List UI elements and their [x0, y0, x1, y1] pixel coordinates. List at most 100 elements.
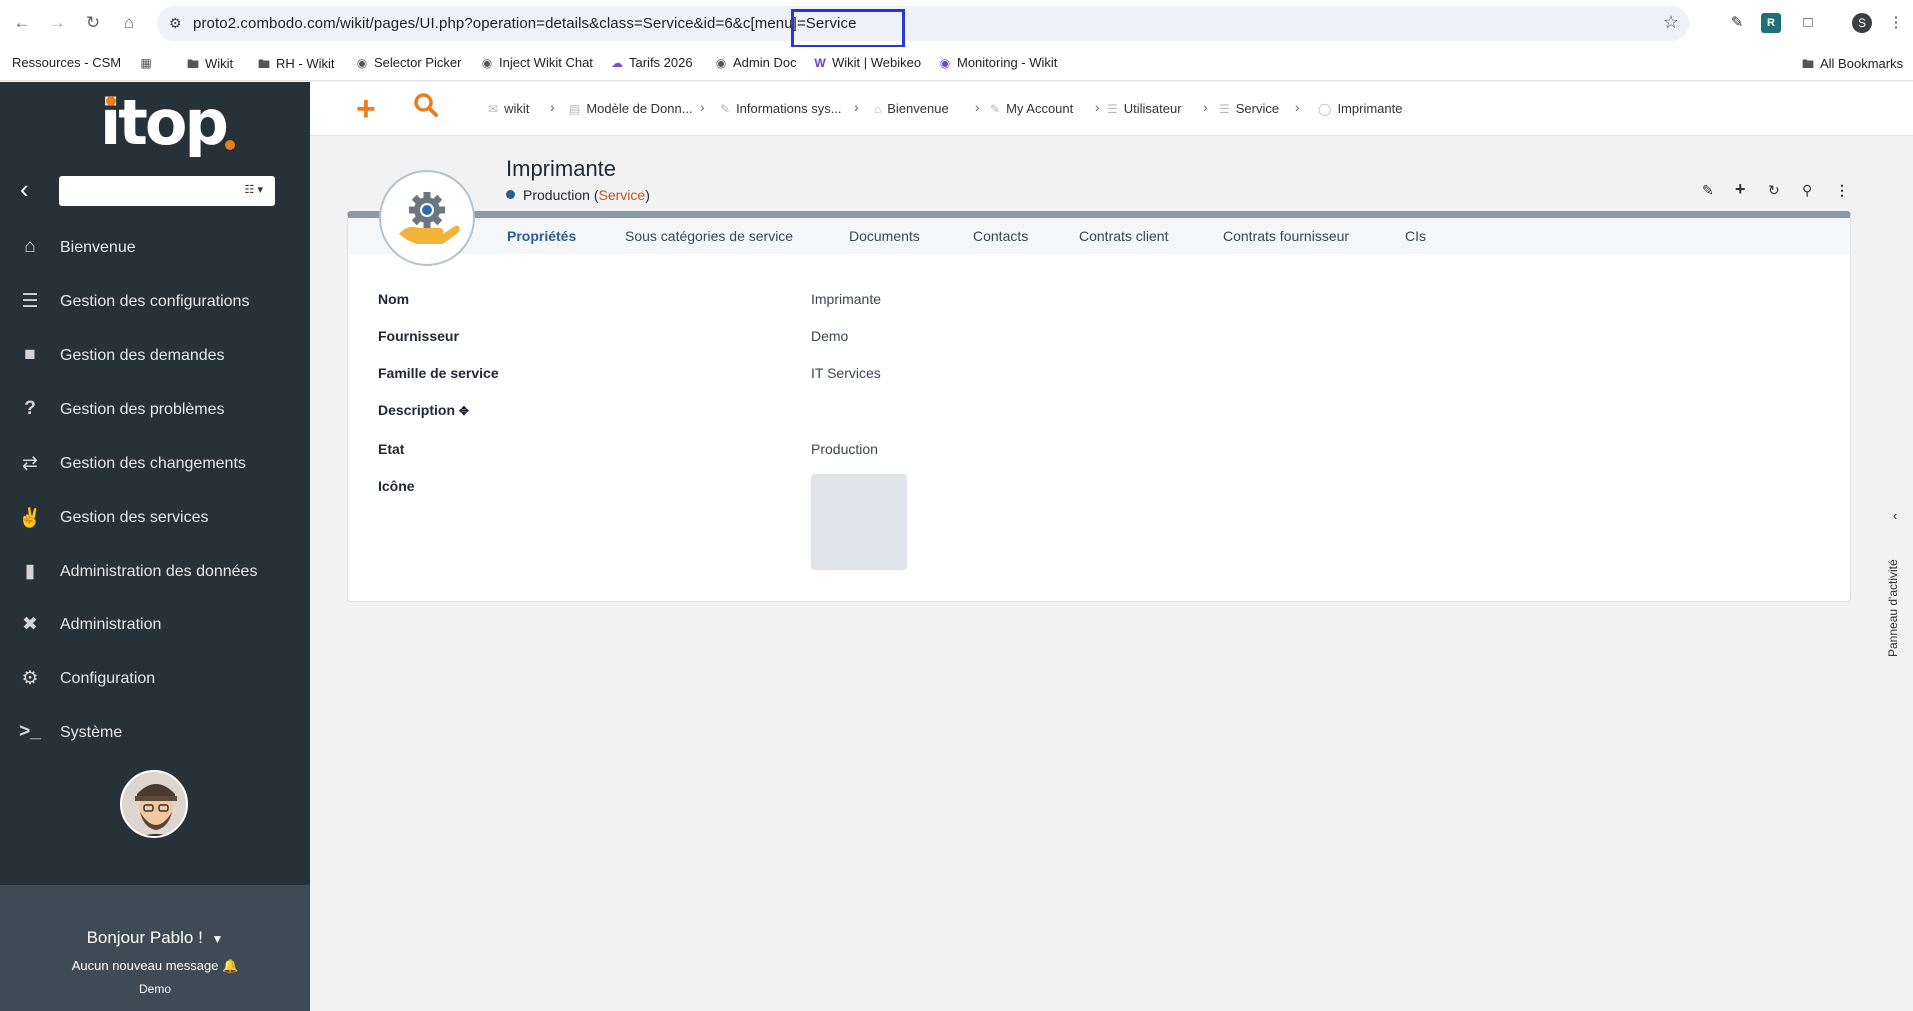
- book-icon: ▤: [569, 102, 581, 116]
- field-link-famille[interactable]: IT Services: [811, 365, 881, 381]
- class-link[interactable]: Service: [599, 187, 646, 203]
- menu-item-problemes[interactable]: ? Gestion des problèmes: [0, 388, 310, 432]
- menu-item-configuration[interactable]: ⚙ Configuration: [0, 657, 310, 701]
- tab-contacts[interactable]: Contacts: [973, 228, 1028, 244]
- breadcrumb-item[interactable]: ✎ Informations sys...: [720, 101, 842, 116]
- bookmark-item[interactable]: ◉ Monitoring - Wikit: [937, 55, 1058, 70]
- breadcrumb-item[interactable]: ▤ Modèle de Donn...: [569, 101, 693, 116]
- bookmark-item[interactable]: 🖿 RH - Wikit: [256, 55, 335, 76]
- activity-panel-toggle[interactable]: Panneau d'activité: [1886, 537, 1900, 657]
- breadcrumb-item[interactable]: ⌂ Bienvenue: [874, 101, 949, 116]
- add-icon[interactable]: +: [1735, 179, 1746, 200]
- hierarchy-icon: ☷ ▾: [244, 184, 263, 196]
- new-object-icon[interactable]: +: [356, 90, 376, 129]
- menu-item-administration-donnees[interactable]: ▮ Administration des données: [0, 550, 310, 594]
- breadcrumb-item[interactable]: ✎ My Account: [990, 101, 1073, 116]
- field-link-fournisseur[interactable]: Demo: [811, 328, 848, 344]
- user-greeting[interactable]: Bonjour Pablo ! ▼: [0, 928, 310, 948]
- bookmark-item[interactable]: ◉ Selector Picker: [354, 55, 462, 70]
- folder-icon: ▮: [24, 561, 36, 582]
- folder-icon: 🖿: [186, 57, 199, 71]
- bookmark-item[interactable]: Ressources - CSM: [12, 55, 121, 70]
- w-logo-icon: W: [814, 56, 826, 70]
- breadcrumb-item[interactable]: ☰ Service: [1219, 101, 1279, 116]
- eyedropper-icon[interactable]: ✎: [1727, 13, 1747, 33]
- user-organization: Demo: [138, 982, 171, 996]
- tab-contrats-client[interactable]: Contrats client: [1079, 228, 1168, 244]
- menu-item-configurations[interactable]: ☰ Gestion des configurations: [0, 280, 310, 324]
- list-icon: ☰: [1107, 102, 1118, 116]
- bookmark-item[interactable]: ◉ Inject Wikit Chat: [479, 55, 593, 70]
- terminal-icon: >_: [19, 721, 41, 742]
- menu-item-demandes[interactable]: ■ Gestion des demandes: [0, 334, 310, 378]
- collapse-sidebar-icon[interactable]: ‹: [20, 174, 29, 205]
- field-label: Etat: [378, 441, 405, 457]
- bookmark-item[interactable]: ▦: [138, 55, 158, 70]
- bookmark-item[interactable]: 🖿 Wikit: [185, 55, 233, 76]
- address-bar[interactable]: ⚙ proto2.combodo.com/wikit/pages/UI.php?…: [157, 6, 1689, 48]
- bookmark-item[interactable]: ☁ Tarifs 2026: [609, 55, 693, 70]
- breadcrumb-item[interactable]: ◯ Imprimante: [1318, 101, 1402, 116]
- extension-icon[interactable]: R: [1761, 13, 1781, 33]
- more-actions-icon[interactable]: ⋮: [1835, 182, 1849, 199]
- search-icon[interactable]: ⚲: [1802, 182, 1812, 199]
- back-icon[interactable]: ←: [11, 12, 33, 34]
- list-icon: ☰: [1219, 102, 1230, 116]
- menu-item-administration[interactable]: ✖ Administration: [0, 603, 310, 647]
- all-bookmarks[interactable]: 🖿 All Bookmarks: [1800, 55, 1903, 76]
- puzzle-icon[interactable]: □: [1798, 13, 1818, 33]
- database-icon: ☰: [21, 291, 39, 312]
- breadcrumb-item[interactable]: ✉ wikit: [488, 101, 529, 116]
- tab-bar: Propriétés Sous catégories de service Do…: [348, 218, 1850, 254]
- menu-item-services[interactable]: ✌ Gestion des services: [0, 496, 310, 540]
- bell-icon: 🔔: [222, 958, 239, 973]
- itop-logo[interactable]: itop: [100, 86, 250, 159]
- envelope-icon: ✉: [488, 102, 499, 116]
- profile-avatar[interactable]: S: [1852, 13, 1872, 33]
- home-icon[interactable]: ⌂: [118, 12, 140, 34]
- tab-cis[interactable]: CIs: [1405, 228, 1426, 244]
- chevron-right-icon: ›: [700, 99, 705, 115]
- field-value-nom: Imprimante: [811, 291, 882, 307]
- chevron-right-icon: ›: [854, 99, 859, 115]
- bookmark-item[interactable]: ◉ Admin Doc: [713, 55, 797, 70]
- menu-item-systeme[interactable]: >_ Système: [0, 711, 310, 755]
- expand-icon[interactable]: ✥: [459, 404, 469, 418]
- caret-down-icon: ▼: [211, 932, 224, 946]
- chevron-right-icon: ›: [1295, 99, 1300, 115]
- globe-icon: ◉: [356, 56, 368, 70]
- chevron-right-icon: ›: [550, 99, 555, 115]
- wrench-icon: ✎: [990, 102, 1001, 116]
- tab-contrats-fournisseur[interactable]: Contrats fournisseur: [1223, 228, 1349, 244]
- avatar[interactable]: [120, 770, 188, 838]
- tools-icon: ✖: [22, 614, 38, 635]
- object-icon: [379, 170, 475, 266]
- menu-item-bienvenue[interactable]: ⌂ Bienvenue: [0, 226, 310, 270]
- breadcrumb-item[interactable]: ☰ Utilisateur: [1107, 101, 1182, 116]
- chevron-left-icon[interactable]: ‹: [1893, 508, 1897, 523]
- edit-icon[interactable]: ✎: [1702, 182, 1714, 199]
- search-icon[interactable]: [413, 92, 439, 118]
- tab-proprietes[interactable]: Propriétés: [507, 228, 576, 244]
- status-badge: Production (Service): [506, 187, 650, 203]
- w-circle-icon: ◉: [939, 56, 951, 70]
- bookmark-star-icon[interactable]: ☆: [1663, 12, 1679, 33]
- url-text[interactable]: proto2.combodo.com/wikit/pages/UI.php?op…: [193, 15, 857, 32]
- more-menu-icon[interactable]: ⋮: [1886, 13, 1906, 33]
- site-info-icon[interactable]: ⚙: [169, 15, 182, 32]
- menu-item-changements[interactable]: ⇄ Gestion des changements: [0, 442, 310, 486]
- logo-dot: [106, 96, 116, 106]
- url-highlight-box: [791, 9, 905, 48]
- notification-status[interactable]: Aucun nouveau message 🔔: [0, 958, 310, 974]
- forward-icon[interactable]: →: [46, 12, 68, 34]
- globe-icon: ◉: [481, 56, 493, 70]
- bookmark-item[interactable]: W Wikit | Webikeo: [812, 55, 921, 70]
- top-bar: + ✉ wikit › ▤ Modèle de Donn... › ✎ Informa…: [310, 82, 1913, 136]
- reload-icon[interactable]: ↻: [82, 12, 104, 34]
- icon-placeholder[interactable]: [811, 474, 907, 570]
- tab-sous-categories[interactable]: Sous catégories de service: [625, 228, 793, 244]
- refresh-icon[interactable]: ↻: [1768, 182, 1780, 199]
- tab-documents[interactable]: Documents: [849, 228, 920, 244]
- cloud-icon: ☁: [611, 56, 623, 70]
- organization-select[interactable]: ☷ ▾: [59, 176, 275, 206]
